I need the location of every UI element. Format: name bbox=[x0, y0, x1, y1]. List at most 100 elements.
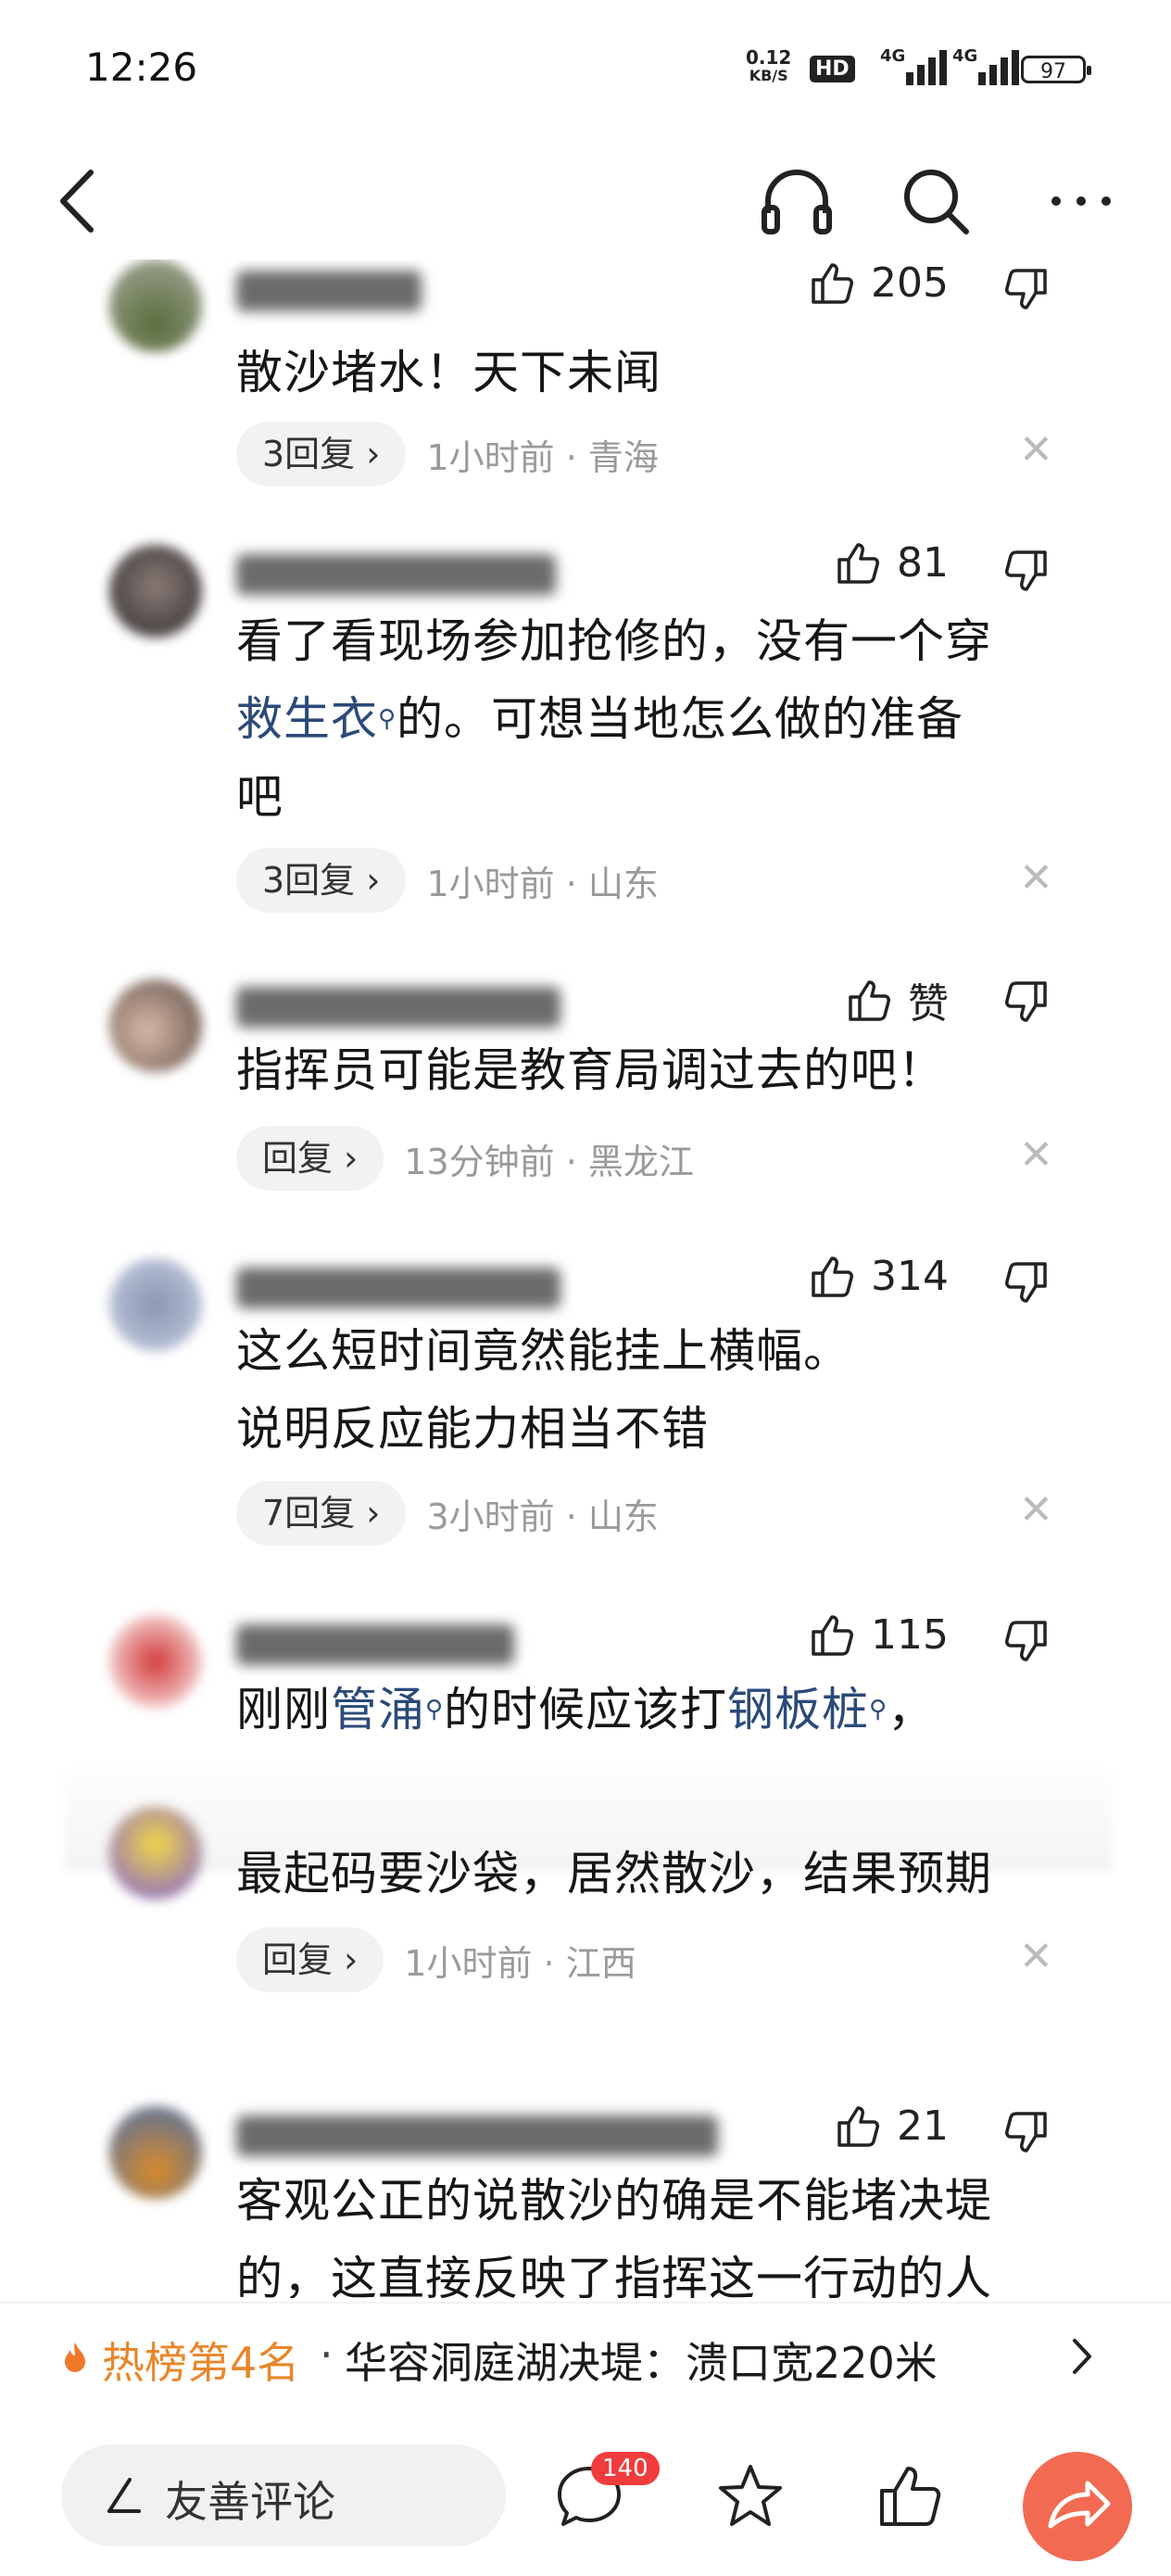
close-icon[interactable]: ✕ bbox=[1019, 1933, 1053, 1980]
avatar[interactable] bbox=[109, 979, 202, 1072]
comment-text-fragment: 的时候应该打 bbox=[444, 1683, 728, 1736]
close-icon[interactable]: ✕ bbox=[1019, 1131, 1053, 1179]
thumbs-up-icon bbox=[812, 1615, 854, 1656]
top-nav-bar bbox=[0, 148, 1171, 259]
hot-separator: · bbox=[320, 2330, 334, 2380]
comment-text-line: 客观公正的说散沙的确是不能堵决堤 bbox=[236, 2174, 992, 2228]
comment-text: 看了看现场参加抢修的，没有一个穿 救生衣⚲的。可想当地怎么做的准备 吧 bbox=[236, 602, 1061, 836]
comment-text-line: 这么短时间竟然能挂上横幅。 bbox=[236, 1324, 850, 1378]
comment-text-fragment: 刚刚 bbox=[236, 1683, 331, 1736]
close-icon[interactable]: ✕ bbox=[1019, 1486, 1053, 1534]
headphones-icon[interactable] bbox=[755, 159, 838, 243]
hot-topic-bar[interactable]: 热榜第4名 · 华容洞庭湖决堤：溃口宽220米 bbox=[0, 2302, 1171, 2415]
network-speed-value: 0.12 bbox=[746, 46, 792, 69]
signal-2-icon: 4G bbox=[952, 46, 1019, 85]
avatar[interactable] bbox=[109, 2106, 202, 2199]
battery-level: 97 bbox=[1040, 60, 1066, 83]
search-icon: ⚲ bbox=[425, 1696, 445, 1724]
like-button[interactable]: 赞 bbox=[845, 970, 949, 1029]
like-button[interactable]: 81 bbox=[834, 537, 949, 587]
battery-icon: 97 bbox=[1021, 56, 1091, 83]
hot-headline: 华容洞庭湖决堤：溃口宽220米 bbox=[345, 2338, 938, 2388]
comment-text: 散沙堵水！天下未闻 bbox=[236, 346, 661, 399]
fire-icon bbox=[65, 2342, 85, 2372]
comment-text-line: 救生衣⚲的。可想当地怎么做的准备 bbox=[236, 680, 1061, 758]
comment-meta: 3回复 › 1小时前 · 山东 bbox=[236, 848, 659, 913]
thumbs-up-icon bbox=[837, 2106, 879, 2147]
hd-badge: HD bbox=[810, 56, 855, 82]
thumbs-down-icon[interactable] bbox=[1001, 1617, 1051, 1667]
thumbs-up-icon bbox=[849, 980, 890, 1021]
close-icon[interactable]: ✕ bbox=[1019, 854, 1053, 902]
thumbs-down-icon[interactable] bbox=[1001, 265, 1051, 315]
comment-count-badge: 140 bbox=[591, 2452, 660, 2485]
username-blurred[interactable] bbox=[236, 554, 556, 595]
like-button[interactable]: 314 bbox=[808, 1251, 949, 1301]
comment-text: 指挥员可能是教育局调过去的吧！ bbox=[236, 1043, 945, 1097]
comment-meta: 回复 › 13分钟前 · 黑龙江 bbox=[236, 1126, 694, 1191]
comment-text-line: 看了看现场参加抢修的，没有一个穿 bbox=[236, 614, 992, 668]
like-count: 205 bbox=[871, 259, 949, 307]
thumbs-up-icon[interactable] bbox=[875, 2459, 949, 2533]
avatar[interactable] bbox=[109, 1258, 202, 1351]
comment-meta: 7回复 › 3小时前 · 山东 bbox=[236, 1481, 659, 1546]
thumbs-down-icon[interactable] bbox=[1001, 547, 1051, 597]
avatar[interactable] bbox=[109, 1615, 202, 1708]
username-blurred[interactable] bbox=[236, 1624, 514, 1665]
search-link[interactable]: 钢板桩 bbox=[727, 1683, 869, 1736]
bottom-action-bar: 友善评论 140 bbox=[0, 2418, 1171, 2576]
comment-text: 最起码要沙袋，居然散沙，结果预期 bbox=[236, 1847, 992, 1900]
like-button[interactable]: 21 bbox=[834, 2101, 949, 2151]
reply-button[interactable]: 回复 › bbox=[236, 1126, 384, 1191]
thumbs-down-icon[interactable] bbox=[1001, 978, 1051, 1028]
search-link[interactable]: 管涌 bbox=[331, 1683, 425, 1736]
thumbs-down-icon[interactable] bbox=[1001, 1258, 1051, 1308]
username-blurred[interactable] bbox=[236, 2115, 718, 2156]
comment-text-line: 说明反应能力相当不错 bbox=[236, 1402, 709, 1456]
comment-meta: 3回复 › 1小时前 · 青海 bbox=[236, 422, 659, 486]
search-icon[interactable] bbox=[894, 159, 977, 243]
comment-text-fragment: ， bbox=[888, 1683, 936, 1736]
comment-meta: 回复 › 1小时前 · 江西 bbox=[236, 1927, 636, 1992]
signal-1-label: 4G bbox=[880, 46, 906, 66]
close-icon[interactable]: ✕ bbox=[1019, 426, 1053, 474]
username-blurred[interactable] bbox=[236, 271, 422, 311]
chevron-left-icon[interactable] bbox=[37, 159, 120, 243]
like-count: 314 bbox=[871, 1252, 949, 1300]
comment-time-location: 1小时前 · 青海 bbox=[426, 436, 659, 478]
network-speed: 0.12 KB/S bbox=[746, 48, 791, 85]
username-blurred[interactable] bbox=[236, 987, 560, 1028]
reply-button[interactable]: 3回复 › bbox=[236, 848, 407, 913]
like-count: 115 bbox=[871, 1610, 949, 1659]
thumbs-up-icon bbox=[812, 263, 854, 304]
like-button[interactable]: 205 bbox=[808, 259, 949, 308]
thumbs-down-icon[interactable] bbox=[1001, 2108, 1051, 2158]
search-link[interactable]: 救生衣 bbox=[236, 692, 378, 746]
username-blurred[interactable] bbox=[236, 1268, 560, 1308]
comment-text-fragment: 的。可想当地怎么做的准备 bbox=[397, 692, 964, 746]
reply-button[interactable]: 7回复 › bbox=[236, 1481, 407, 1546]
comment-text: 这么短时间竟然能挂上横幅。 说明反应能力相当不错 bbox=[236, 1312, 1061, 1468]
avatar[interactable] bbox=[109, 545, 202, 638]
more-icon[interactable] bbox=[1039, 159, 1123, 243]
chevron-right-icon[interactable] bbox=[1065, 2333, 1099, 2380]
search-icon: ⚲ bbox=[869, 1696, 888, 1724]
star-icon[interactable] bbox=[713, 2459, 787, 2533]
share-button[interactable] bbox=[1023, 2452, 1132, 2561]
comment-text: 刚刚管涌⚲的时候应该打钢板桩⚲， bbox=[236, 1671, 1061, 1749]
avatar[interactable] bbox=[109, 1807, 202, 1900]
share-arrow-icon bbox=[1048, 2481, 1111, 2529]
comment-list[interactable]: 205 散沙堵水！天下未闻 3回复 › 1小时前 · 青海 ✕ 81 看了看现场… bbox=[0, 259, 1171, 2298]
thumbs-up-icon bbox=[812, 1256, 854, 1297]
reply-button[interactable]: 3回复 › bbox=[236, 422, 407, 486]
like-count: 81 bbox=[897, 538, 949, 587]
like-button[interactable]: 115 bbox=[808, 1610, 949, 1660]
status-bar: 12:26 0.12 KB/S HD 4G 4G 97 bbox=[0, 0, 1171, 139]
reply-button[interactable]: 回复 › bbox=[236, 1927, 384, 1992]
comment-text-line: 的，这直接反映了指挥这一行动的人 bbox=[236, 2252, 992, 2298]
comment-input[interactable]: 友善评论 bbox=[61, 2444, 506, 2546]
like-label: 赞 bbox=[908, 980, 949, 1028]
comment-time-location: 3小时前 · 山东 bbox=[426, 1496, 659, 1537]
avatar[interactable] bbox=[109, 259, 202, 352]
comment-text-line: 吧 bbox=[236, 770, 283, 824]
